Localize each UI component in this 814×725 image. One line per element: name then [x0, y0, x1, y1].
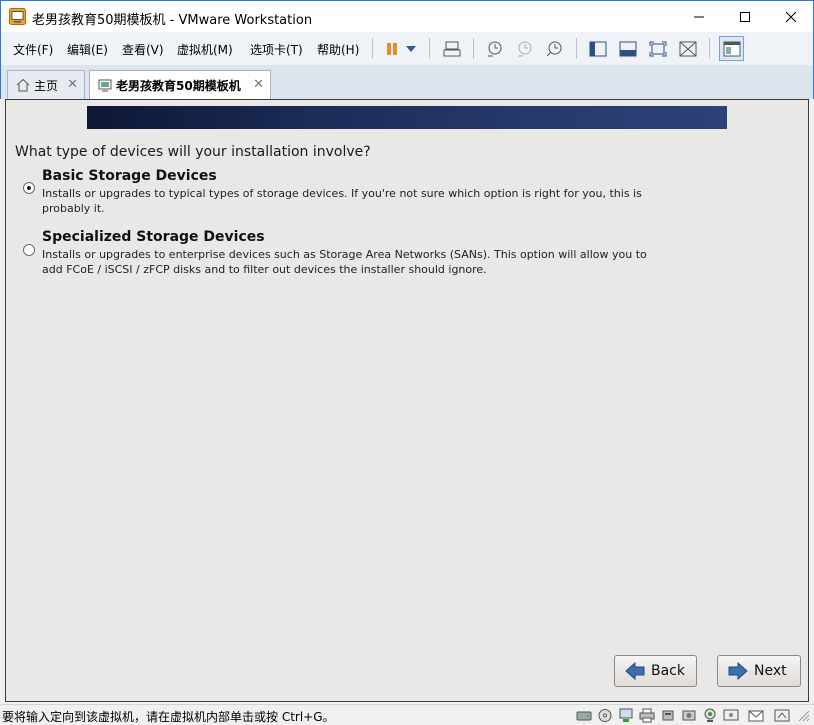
library-button[interactable] [719, 36, 744, 61]
power-dropdown[interactable] [403, 38, 419, 59]
revert-snapshot-button[interactable] [513, 38, 535, 59]
vm-guest-screen[interactable]: What type of devices will your installat… [5, 99, 809, 702]
tab-vm-label: 老男孩教育50期模板机 [116, 78, 241, 93]
revert-snapshot-icon [518, 41, 532, 56]
status-text: 要将输入定向到该虚拟机，请在虚拟机内部单击或按 Ctrl+G。 [2, 710, 335, 724]
unity-icon [679, 41, 697, 56]
cd-dvd-icon[interactable] [597, 708, 613, 723]
tab-bar: 主页 ✕ 老男孩教育50期模板机 ✕ [0, 65, 814, 99]
message-icon[interactable] [748, 708, 764, 723]
window-title: 老男孩教育50期模板机 - VMware Workstation [32, 13, 313, 28]
option-specialized-storage-description: Installs or upgrades to enterprise devic… [42, 248, 647, 276]
minimize-icon [694, 16, 704, 17]
thumbnail-view-button[interactable] [617, 38, 639, 59]
menu-view[interactable]: 查看(V) [122, 41, 164, 58]
console-view-button[interactable] [587, 38, 609, 59]
sound-icon[interactable] [681, 708, 697, 723]
arrow-right-icon [728, 662, 748, 680]
vm-icon [98, 79, 112, 92]
send-ctrl-alt-del-icon [443, 41, 461, 56]
radio-specialized-storage[interactable] [23, 244, 35, 256]
usb-icon[interactable] [660, 708, 676, 723]
send-ctrl-alt-del-button[interactable] [441, 38, 463, 59]
next-button-label: Next [754, 663, 787, 679]
resize-grip-icon[interactable] [796, 708, 810, 723]
menu-help[interactable]: 帮助(H) [317, 41, 359, 58]
toolbar-separator [576, 38, 577, 59]
fullscreen-button[interactable] [647, 38, 669, 59]
display-icon[interactable] [723, 708, 739, 723]
toolbar-separator [709, 38, 710, 59]
installer-question: What type of devices will your installat… [15, 144, 371, 160]
option-basic-storage-title: Basic Storage Devices [42, 168, 217, 184]
library-icon [723, 41, 740, 56]
maximize-icon [740, 11, 750, 22]
home-icon [16, 78, 30, 92]
printer-icon[interactable] [639, 708, 655, 723]
option-specialized-storage[interactable]: Specialized Storage Devices Installs or … [23, 229, 723, 276]
close-button[interactable] [768, 1, 814, 32]
tab-home[interactable]: 主页 ✕ [7, 70, 85, 99]
pause-button[interactable] [381, 38, 403, 59]
radio-basic-storage[interactable] [23, 182, 35, 194]
option-basic-storage-description: Installs or upgrades to typical types of… [42, 187, 642, 215]
back-button[interactable]: Back [614, 655, 697, 687]
hard-disk-icon[interactable] [576, 708, 592, 723]
snapshot-manager-button[interactable] [543, 38, 565, 59]
tab-vm[interactable]: 老男孩教育50期模板机 ✕ [89, 70, 271, 99]
back-button-label: Back [651, 663, 685, 679]
minimize-button[interactable] [676, 1, 722, 32]
vmware-app-icon [9, 8, 26, 25]
menu-vm[interactable]: 虚拟机(M) [177, 41, 233, 58]
fit-icon[interactable] [774, 708, 790, 723]
snapshot-icon [488, 41, 502, 56]
snapshot-manager-icon [546, 41, 562, 56]
option-basic-storage[interactable]: Basic Storage Devices Installs or upgrad… [23, 168, 723, 215]
toolbar-separator [473, 38, 474, 59]
next-button[interactable]: Next [717, 655, 801, 687]
menu-file[interactable]: 文件(F) [13, 41, 53, 58]
thumbnail-view-icon [619, 41, 637, 56]
close-icon [785, 11, 797, 22]
toolbar-separator [429, 38, 430, 59]
menu-toolbar: 文件(F) 编辑(E) 查看(V) 虚拟机(M) 选项卡(T) 帮助(H) [0, 32, 814, 65]
tab-home-close-icon[interactable]: ✕ [67, 77, 78, 92]
console-view-icon [589, 41, 607, 56]
camera-icon[interactable] [702, 708, 718, 723]
toolbar-separator [372, 38, 373, 59]
network-icon[interactable] [618, 708, 634, 723]
installer-banner [87, 106, 727, 129]
menu-tabs[interactable]: 选项卡(T) [250, 41, 303, 58]
pause-icon [387, 42, 397, 55]
tab-home-label: 主页 [34, 78, 59, 93]
take-snapshot-button[interactable] [483, 38, 505, 59]
unity-button[interactable] [677, 38, 699, 59]
status-bar: 要将输入定向到该虚拟机，请在虚拟机内部单击或按 Ctrl+G。 [0, 704, 814, 725]
maximize-button[interactable] [722, 1, 768, 32]
menu-edit[interactable]: 编辑(E) [67, 41, 108, 58]
dropdown-arrow-icon [406, 45, 416, 52]
title-bar[interactable]: 老男孩教育50期模板机 - VMware Workstation [0, 0, 814, 32]
fullscreen-icon [649, 41, 667, 56]
tab-vm-close-icon[interactable]: ✕ [253, 77, 264, 92]
option-specialized-storage-title: Specialized Storage Devices [42, 229, 265, 245]
arrow-left-icon [625, 662, 645, 680]
